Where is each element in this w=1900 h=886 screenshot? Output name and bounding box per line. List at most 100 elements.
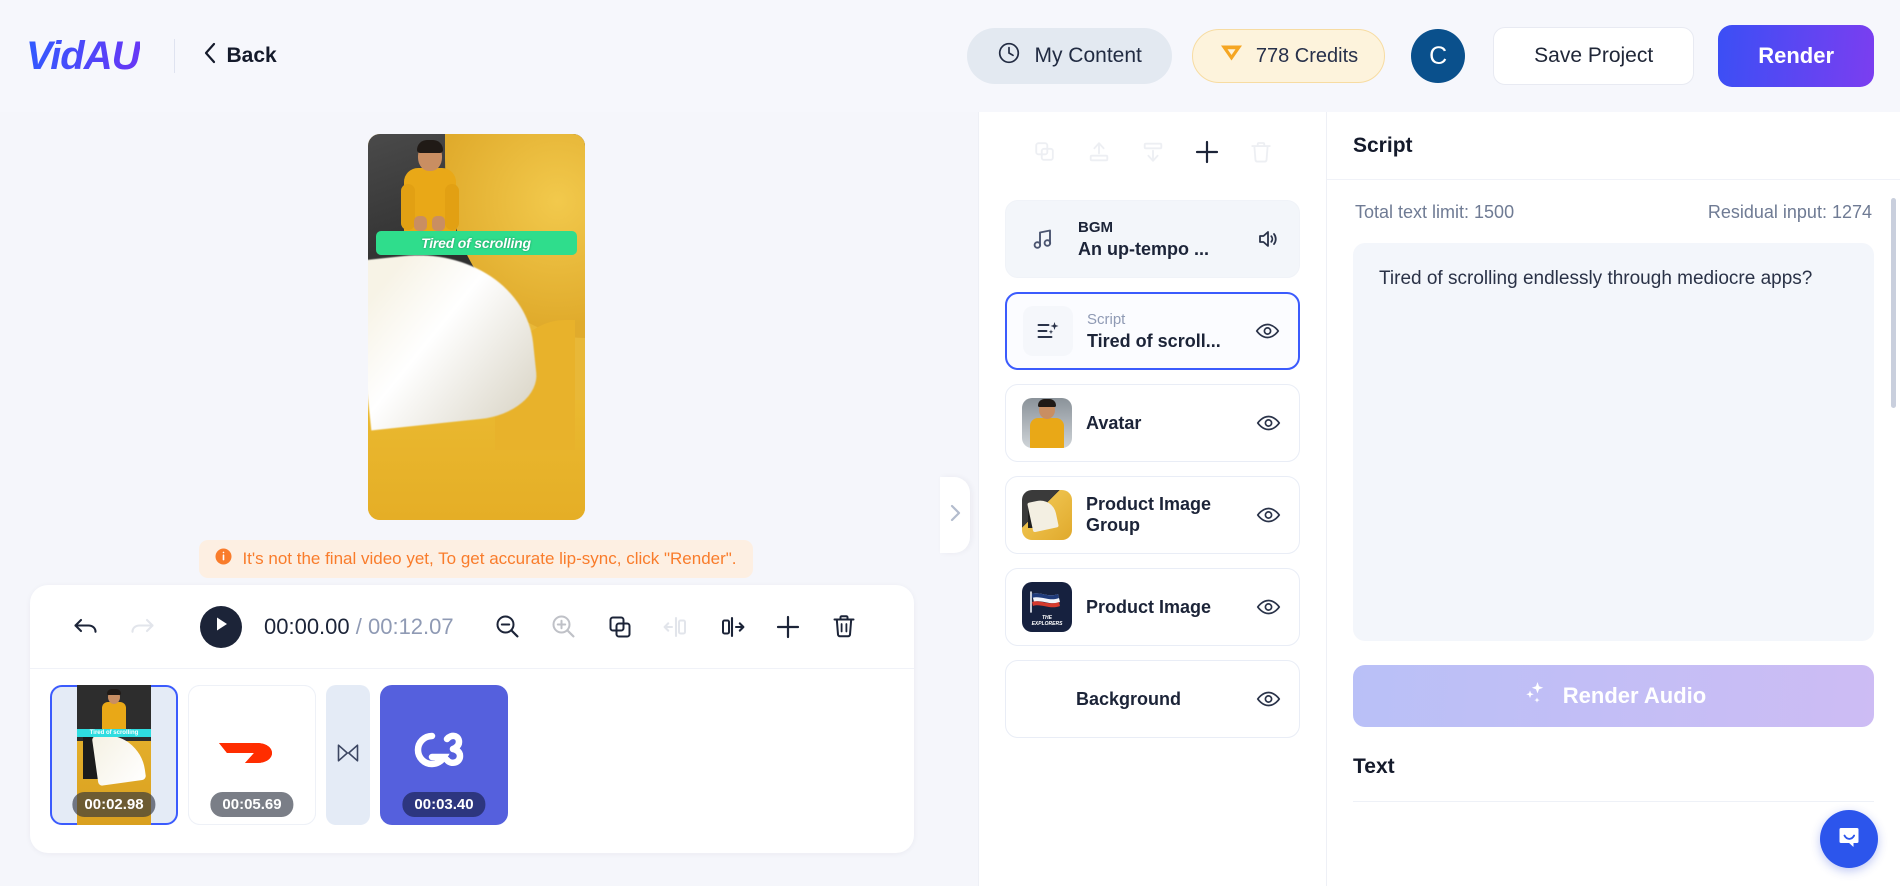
music-note-icon (1022, 226, 1064, 252)
timeline-clip-2[interactable]: 00:05.69 (188, 685, 316, 825)
avatar-thumbnail (1022, 398, 1072, 448)
timeline-transition[interactable] (326, 685, 370, 825)
eye-icon[interactable] (1252, 321, 1282, 341)
residual-input: Residual input: 1274 (1707, 202, 1872, 222)
app-body: Tired of scrolling It's not the final vi… (0, 112, 1900, 886)
app-logo: VidAU (26, 33, 141, 78)
clip-duration: 00:03.40 (402, 792, 486, 817)
redo-icon (114, 602, 170, 652)
product-image-group-thumbnail (1022, 490, 1072, 540)
layer-subtitle: Script (1087, 310, 1126, 328)
add-icon[interactable] (760, 602, 816, 652)
clock-icon (997, 41, 1021, 71)
script-panel-title: Script (1327, 112, 1900, 180)
timeline-clips: Tired of scrolling 00:02.98 00:05.69 00:… (30, 669, 914, 841)
eye-icon[interactable] (1253, 597, 1283, 617)
script-limits: Total text limit: 1500 Residual input: 1… (1327, 180, 1900, 237)
layer-item-bgm[interactable]: BGM An up-tempo ... (1005, 200, 1300, 278)
time-separator: / (349, 613, 368, 639)
layer-item-product-image[interactable]: THE EXPLORERS Product Image (1005, 568, 1300, 646)
zoom-out-icon[interactable] (480, 602, 536, 652)
layer-title: Avatar (1086, 412, 1142, 433)
layer-title: Product Image (1086, 596, 1212, 617)
back-button[interactable]: Back (203, 42, 277, 70)
transition-icon (336, 742, 360, 769)
collapse-panel-button[interactable] (940, 477, 970, 553)
timeline-clip-1[interactable]: Tired of scrolling 00:02.98 (50, 685, 178, 825)
app-header: VidAU Back My Content 778 Credits C Save… (0, 0, 1900, 112)
info-icon (215, 548, 232, 570)
send-backward-icon (1130, 129, 1176, 175)
video-preview-wrapper: Tired of scrolling (367, 134, 585, 520)
undo-icon[interactable] (58, 602, 114, 652)
eye-icon[interactable] (1253, 413, 1283, 433)
clip-caption: Tired of scrolling (77, 729, 151, 737)
layer-text: Script Tired of scroll... (1087, 310, 1238, 353)
script-sparkle-icon (1023, 306, 1073, 356)
timeline-card: 00:00.00 / 00:12.07 Tired of scrolling 0… (30, 585, 914, 853)
g3-logo-icon (407, 727, 481, 784)
save-project-button[interactable]: Save Project (1493, 27, 1695, 85)
panel-collapse-handle-wrapper (940, 112, 978, 886)
timeline-clip-4[interactable]: 00:03.40 (380, 685, 508, 825)
my-content-label: My Content (1034, 44, 1142, 67)
layers-toolbar (979, 112, 1326, 192)
delete-layer-icon (1238, 129, 1284, 175)
chevron-left-icon (203, 42, 216, 70)
render-button[interactable]: Render (1718, 25, 1874, 87)
preview-notice: It's not the final video yet, To get acc… (199, 540, 753, 578)
render-audio-button[interactable]: Render Audio (1353, 665, 1874, 727)
zoom-in-icon (536, 602, 592, 652)
layer-text: Avatar (1086, 412, 1239, 435)
play-button[interactable] (200, 605, 242, 648)
preview-avatar-person (398, 140, 462, 242)
play-icon (213, 615, 230, 638)
user-avatar[interactable]: C (1411, 29, 1466, 83)
delete-icon[interactable] (816, 602, 872, 652)
layer-subtitle: BGM (1078, 218, 1113, 236)
layer-item-avatar[interactable]: Avatar (1005, 384, 1300, 462)
layer-text: Product Image (1086, 596, 1239, 619)
sparkle-icon (1521, 679, 1549, 713)
layer-title: Product Image Group (1086, 494, 1212, 535)
layer-text: Product Image Group (1086, 494, 1239, 536)
bring-forward-icon (1076, 129, 1122, 175)
layer-item-product-image-group[interactable]: Product Image Group (1005, 476, 1300, 554)
layer-text: Background (1022, 688, 1239, 711)
layer-item-background[interactable]: Background (1005, 660, 1300, 738)
text-section-divider (1353, 801, 1874, 802)
split-right-icon[interactable] (704, 602, 760, 652)
thumbnail-text-line2: EXPLORERS (1031, 620, 1063, 627)
script-panel-scrollbar[interactable] (1891, 198, 1896, 408)
chat-support-button[interactable] (1820, 810, 1878, 868)
script-panel: Script Total text limit: 1500 Residual i… (1326, 112, 1900, 886)
credits-button[interactable]: 778 Credits (1191, 29, 1386, 83)
video-preview[interactable]: Tired of scrolling (367, 134, 585, 520)
eye-icon[interactable] (1253, 689, 1283, 709)
preview-caption: Tired of scrolling (375, 231, 577, 255)
preview-column: Tired of scrolling It's not the final vi… (0, 112, 952, 886)
volume-icon[interactable] (1253, 228, 1283, 250)
back-label: Back (226, 44, 277, 67)
eye-icon[interactable] (1253, 505, 1283, 525)
clip-duration: 00:05.69 (210, 792, 294, 817)
product-image-thumbnail: THE EXPLORERS (1022, 582, 1072, 632)
save-project-label: Save Project (1534, 44, 1654, 67)
total-time: 00:12.07 (367, 613, 454, 639)
duplicate-icon[interactable] (592, 602, 648, 652)
split-left-icon (648, 602, 704, 652)
duplicate-layer-icon (1022, 129, 1068, 175)
my-content-button[interactable]: My Content (967, 28, 1172, 84)
add-layer-icon[interactable] (1184, 129, 1230, 175)
layer-title: Background (1076, 688, 1182, 709)
credits-label: 778 Credits (1255, 44, 1359, 67)
layer-item-script[interactable]: Script Tired of scroll... (1005, 292, 1300, 370)
chat-bubble-icon (1835, 823, 1863, 856)
header-divider (173, 39, 175, 73)
script-input[interactable]: Tired of scrolling endlessly through med… (1353, 243, 1874, 641)
timecode: 00:00.00 / 00:12.07 (264, 614, 454, 640)
timeline-toolbar: 00:00.00 / 00:12.07 (30, 585, 914, 669)
layer-title: Tired of scroll... (1087, 330, 1221, 351)
layer-title: An up-tempo ... (1078, 238, 1209, 259)
clip-duration: 00:02.98 (72, 792, 156, 817)
